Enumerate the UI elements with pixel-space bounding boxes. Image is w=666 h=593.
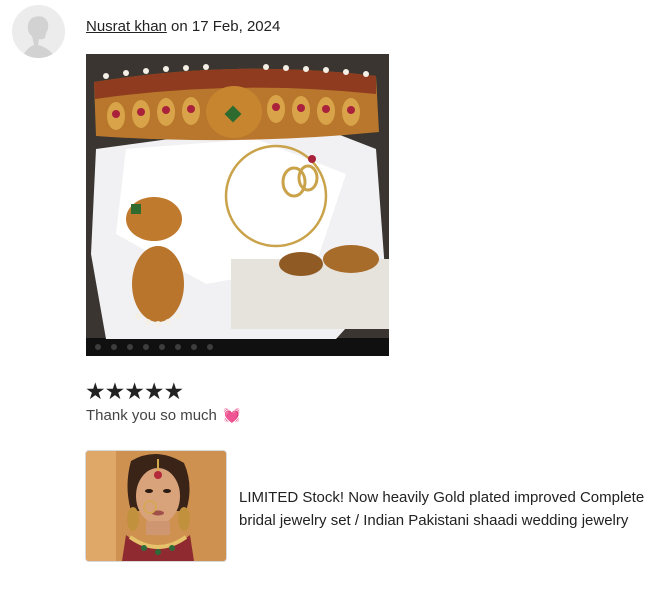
jewelry-set-photo [86,54,389,356]
product-thumbnail[interactable] [85,450,227,562]
bridal-model-image [86,451,226,561]
default-avatar-icon [12,5,65,58]
star-rating: ★★★★★ [85,378,184,404]
review-byline: Nusrat khan on 17 Feb, 2024 [86,18,280,35]
product-title[interactable]: LIMITED Stock! Now heavily Gold plated i… [239,486,666,532]
heart-emoji-icon: 💓 [223,407,241,423]
date-prefix: on [171,18,188,35]
avatar [12,5,65,58]
reviewer-name-link[interactable]: Nusrat khan [86,18,167,35]
review-photo[interactable] [86,54,389,356]
review-date: 17 Feb, 2024 [191,18,281,35]
review-text: Thank you so much 💓 [86,407,241,424]
product-card[interactable]: LIMITED Stock! Now heavily Gold plated i… [85,450,665,562]
review-message: Thank you so much [86,407,217,424]
